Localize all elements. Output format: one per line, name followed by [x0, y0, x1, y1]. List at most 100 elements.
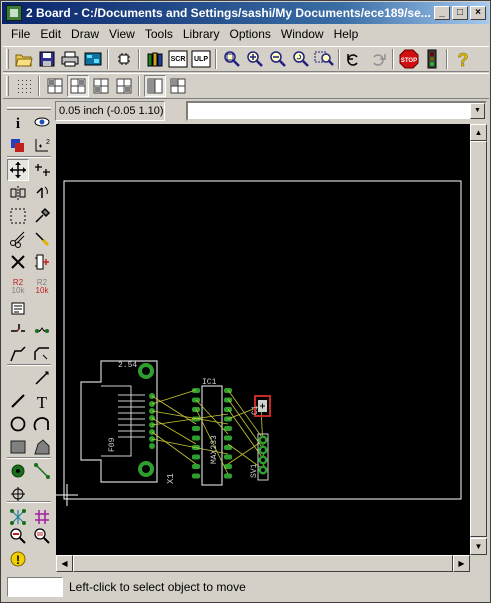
- title-bar[interactable]: 2 Board - C:/Documents and Settings/sash…: [2, 2, 489, 24]
- wire-icon[interactable]: [7, 390, 29, 412]
- horizontal-scrollbar[interactable]: ◀ ▶: [56, 555, 470, 572]
- vertical-scrollbar[interactable]: ▲ ▼: [470, 124, 487, 555]
- add-icon[interactable]: [31, 251, 53, 273]
- zoom-redraw-icon[interactable]: [290, 48, 312, 70]
- parameter-bar: 0.05 inch (-0.05 1.10) ▼: [3, 99, 489, 123]
- layer-split-icon[interactable]: [167, 75, 189, 97]
- split-icon[interactable]: [31, 320, 53, 342]
- ripup-icon[interactable]: [31, 367, 53, 389]
- mirror-icon[interactable]: [7, 182, 29, 204]
- window-title: 2 Board - C:/Documents and Settings/sash…: [26, 6, 431, 20]
- menu-view[interactable]: View: [104, 27, 140, 41]
- chevron-down-icon[interactable]: ▼: [470, 103, 485, 119]
- hole-icon[interactable]: [7, 483, 29, 505]
- errors-glyph: [34, 528, 50, 544]
- rotate-icon[interactable]: [31, 182, 53, 204]
- copy-icon[interactable]: [31, 159, 53, 181]
- close-button[interactable]: ×: [470, 6, 486, 20]
- group-icon[interactable]: [7, 205, 29, 227]
- zoom-in-icon[interactable]: [244, 48, 266, 70]
- menu-file[interactable]: File: [6, 27, 35, 41]
- errors-icon[interactable]: [31, 525, 53, 547]
- menu-library[interactable]: Library: [178, 27, 225, 41]
- scroll-left-button[interactable]: ◀: [56, 555, 73, 572]
- menu-draw[interactable]: Draw: [66, 27, 104, 41]
- menu-window[interactable]: Window: [276, 27, 329, 41]
- zoom-out-icon[interactable]: [267, 48, 289, 70]
- svg-text:?: ?: [457, 50, 468, 68]
- delete-icon[interactable]: [7, 251, 29, 273]
- print-icon[interactable]: [59, 48, 81, 70]
- drc-glyph: [10, 528, 26, 544]
- arc-icon[interactable]: [31, 413, 53, 435]
- value-icon[interactable]: R2 10k: [31, 274, 53, 296]
- zoom-select-icon[interactable]: [313, 48, 335, 70]
- layer-bottom-icon[interactable]: [90, 75, 112, 97]
- toolbar-grip[interactable]: [6, 76, 9, 96]
- circle-icon[interactable]: [7, 413, 29, 435]
- layer-both-icon[interactable]: [113, 75, 135, 97]
- info-icon[interactable]: i: [7, 111, 29, 133]
- change-icon[interactable]: [31, 205, 53, 227]
- name-glyph: R210k: [12, 278, 26, 294]
- display-icon[interactable]: [7, 134, 29, 156]
- polygon-icon[interactable]: [31, 436, 53, 458]
- drc-icon[interactable]: [7, 525, 29, 547]
- minimize-button[interactable]: _: [434, 6, 450, 20]
- optimize-icon[interactable]: [7, 343, 29, 365]
- warning-icon[interactable]: !: [7, 548, 29, 570]
- scroll-up-button[interactable]: ▲: [470, 124, 487, 141]
- menu-options[interactable]: Options: [225, 27, 276, 41]
- ripup-glyph: [35, 371, 49, 385]
- via-icon[interactable]: [7, 460, 29, 482]
- layer-top-icon[interactable]: [44, 75, 66, 97]
- undo-icon[interactable]: [344, 48, 366, 70]
- scroll-down-button[interactable]: ▼: [470, 538, 487, 555]
- command-input[interactable]: [188, 103, 468, 119]
- folder-open-icon[interactable]: [13, 48, 35, 70]
- ulp-icon[interactable]: ULP: [190, 48, 212, 70]
- route-icon[interactable]: [31, 343, 53, 365]
- command-line[interactable]: ▼: [186, 101, 487, 121]
- rect-icon[interactable]: [7, 436, 29, 458]
- maximize-button[interactable]: □: [452, 6, 468, 20]
- mark-glyph: 2: [35, 139, 50, 152]
- cut-icon[interactable]: [7, 228, 29, 250]
- layer-view-icon[interactable]: [143, 75, 166, 97]
- smash-icon[interactable]: [7, 297, 29, 319]
- zoom-fit-icon[interactable]: [221, 48, 243, 70]
- ratsnest-glyph: [10, 509, 26, 525]
- stop-icon[interactable]: STOP: [398, 48, 420, 70]
- grid-icon[interactable]: [13, 75, 35, 97]
- menu-edit[interactable]: Edit: [35, 27, 66, 41]
- mark-icon[interactable]: 2: [31, 134, 53, 156]
- go-icon[interactable]: [421, 48, 443, 70]
- help-icon[interactable]: ?: [452, 48, 474, 70]
- redo-icon[interactable]: [367, 48, 389, 70]
- layer-top-pressed-icon[interactable]: [66, 75, 89, 97]
- name-icon[interactable]: R2 10k: [7, 274, 29, 296]
- airwire: [195, 399, 229, 435]
- polygon-glyph: [34, 439, 50, 455]
- save-icon[interactable]: [36, 48, 58, 70]
- signal-icon[interactable]: [31, 460, 53, 482]
- show-icon[interactable]: [31, 111, 53, 133]
- menu-tools[interactable]: Tools: [140, 27, 178, 41]
- board-canvas[interactable]: 2.54 F09 X1 IC1 MAX233 C1 SV1: [56, 124, 470, 555]
- switch-to-schematic-icon[interactable]: [113, 48, 135, 70]
- text-icon[interactable]: T: [31, 390, 53, 412]
- toolbar-grip[interactable]: [6, 49, 9, 69]
- move-icon[interactable]: [7, 159, 29, 181]
- horizontal-scroll-thumb[interactable]: [73, 555, 453, 572]
- use-library-icon[interactable]: [144, 48, 166, 70]
- ic-pad: [192, 435, 200, 441]
- mirror-glyph: [10, 186, 26, 200]
- script-icon[interactable]: SCR: [167, 48, 189, 70]
- paste-icon[interactable]: [31, 228, 53, 250]
- cam-processor-icon[interactable]: [82, 48, 104, 70]
- vertical-scroll-thumb[interactable]: [470, 141, 487, 537]
- palette-grip[interactable]: [7, 107, 51, 110]
- scroll-right-button[interactable]: ▶: [453, 555, 470, 572]
- miter-icon[interactable]: [7, 320, 29, 342]
- menu-help[interactable]: Help: [329, 27, 364, 41]
